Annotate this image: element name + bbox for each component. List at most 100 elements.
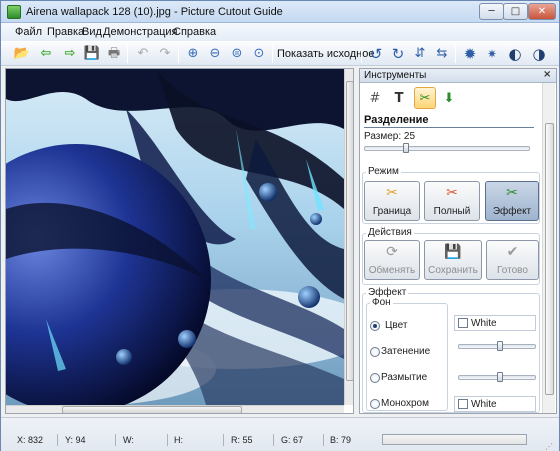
menu-demo[interactable]: Демонстрация [103, 26, 178, 38]
status-separator [273, 434, 274, 446]
status-y: Y: 94 [65, 435, 86, 445]
gear-icon[interactable]: ✹ [461, 45, 479, 63]
app-window: Airena wallapack 128 (10).jpg - Picture … [0, 0, 560, 451]
canvas-vertical-scrollbar[interactable] [344, 69, 353, 405]
window-title: Airena wallapack 128 (10).jpg - Picture … [26, 6, 283, 18]
brightness-icon[interactable]: ◑ [530, 45, 548, 63]
rotate-right-icon[interactable]: ↻ [389, 45, 407, 63]
redo-icon[interactable]: ↷ [156, 45, 174, 63]
panel-close-icon[interactable]: × [543, 69, 551, 80]
rotate-left-icon[interactable]: ↺ [367, 45, 385, 63]
blur-slider-thumb[interactable] [497, 372, 503, 382]
title-bar[interactable]: Airena wallapack 128 (10).jpg - Picture … [1, 1, 559, 23]
flip-vertical-icon[interactable]: ⇵ [411, 45, 429, 63]
close-button[interactable]: ✕ [528, 3, 556, 20]
status-separator [323, 434, 324, 446]
menu-view[interactable]: Вид [82, 26, 102, 38]
status-separator [57, 434, 58, 446]
save-result-button[interactable]: 💾 Сохранить [424, 240, 482, 280]
open-icon[interactable]: 📂 [13, 45, 31, 63]
image-canvas[interactable] [5, 68, 354, 414]
option-blur-label[interactable]: Размытие [381, 372, 427, 383]
done-button[interactable]: ✔ Готово [486, 240, 539, 280]
mode-title: Режим [366, 166, 401, 177]
zoom-out-icon[interactable]: ⊖ [206, 45, 224, 63]
restore-icon[interactable]: ⬇ [438, 87, 460, 109]
status-bar: X: 832 Y: 94 W: H: R: 55 G: 67 B: 79 ⋰ [1, 417, 559, 451]
menu-file[interactable]: Файл [15, 26, 42, 38]
canvas-vertical-scroll-thumb[interactable] [346, 81, 353, 381]
separation-title: Разделение [364, 114, 534, 128]
text-icon[interactable]: T [388, 87, 410, 109]
flip-horizontal-icon[interactable]: ⇆ [433, 45, 451, 63]
color-field-top[interactable]: White [454, 315, 536, 331]
wallpaper-image [6, 69, 344, 405]
mode-effect-button[interactable]: ✂ Эффект [485, 181, 539, 221]
maximize-button[interactable]: □ [503, 3, 528, 20]
effect-mode-icon: ✂ [506, 185, 518, 201]
panel-scroll-thumb[interactable] [545, 123, 554, 395]
toolbar: 📂 ⇦ ⇨ 💾 🖶 ↶ ↷ ⊕ ⊖ ⊜ ⊙ Показать исходное … [1, 41, 559, 66]
small-gear-icon[interactable]: ✷ [483, 45, 501, 63]
check-icon: ✔ [506, 244, 519, 260]
status-separator [167, 434, 168, 446]
grid-icon[interactable]: # [364, 87, 386, 109]
show-original-button[interactable]: Показать исходное [277, 48, 374, 60]
mode-full-label: Полный [433, 206, 471, 217]
status-r: R: 55 [231, 435, 253, 445]
option-shading-label[interactable]: Затенение [381, 346, 430, 357]
toolbar-separator [272, 46, 273, 63]
forward-icon[interactable]: ⇨ [61, 45, 79, 63]
cutout-icon[interactable]: ✂ [414, 87, 436, 109]
status-w: W: [123, 435, 134, 445]
radio-color[interactable] [370, 321, 380, 331]
progress-bar [382, 434, 527, 445]
radio-shading[interactable] [370, 347, 380, 357]
status-h: H: [174, 435, 183, 445]
resize-grip-icon[interactable]: ⋰ [545, 442, 553, 451]
shading-slider-thumb[interactable] [497, 341, 503, 351]
zoom-in-icon[interactable]: ⊕ [184, 45, 202, 63]
full-mode-icon: ✂ [446, 185, 458, 201]
size-slider[interactable] [364, 146, 530, 151]
mode-effect-label: Эффект [492, 206, 532, 217]
mode-border-button[interactable]: ✂ Граница [364, 181, 420, 221]
radio-monochrome[interactable] [370, 399, 380, 409]
size-label: Размер: 25 [364, 131, 416, 142]
menu-help[interactable]: Справка [173, 26, 216, 38]
actions-title: Действия [366, 227, 414, 238]
size-slider-thumb[interactable] [403, 143, 409, 153]
back-icon[interactable]: ⇦ [37, 45, 55, 63]
option-monochrome-label[interactable]: Монохром [381, 398, 429, 409]
tools-panel: Инструменты × # T ✂ ⬇ Разделение Размер:… [359, 68, 557, 414]
contrast-icon[interactable]: ◐ [506, 45, 524, 63]
toolbar-separator [455, 46, 456, 63]
panel-scrollbar[interactable] [542, 83, 555, 413]
zoom-actual-icon[interactable]: ⊙ [250, 45, 268, 63]
tools-panel-header: Инструменты × [360, 69, 556, 83]
canvas-horizontal-scroll-thumb[interactable] [62, 406, 242, 413]
option-color-label[interactable]: Цвет [385, 320, 407, 331]
status-x: X: 832 [17, 435, 44, 445]
color-swatch-top[interactable] [458, 318, 468, 328]
swap-button[interactable]: ⟳ Обменять [364, 240, 420, 280]
minimize-button[interactable]: ─ [479, 3, 504, 20]
color-swatch-bottom[interactable] [458, 399, 468, 409]
status-b: B: 79 [330, 435, 352, 445]
mode-border-label: Граница [372, 206, 412, 217]
swap-label: Обменять [368, 265, 416, 276]
color-field-bottom[interactable]: White [454, 396, 536, 412]
menu-edit[interactable]: Правка [47, 26, 84, 38]
canvas-horizontal-scrollbar[interactable] [6, 405, 344, 413]
print-icon[interactable]: 🖶 [105, 45, 123, 63]
status-separator [115, 434, 116, 446]
refresh-icon: ⟳ [386, 244, 398, 260]
status-separator [223, 434, 224, 446]
status-g: G: 67 [281, 435, 304, 445]
undo-icon[interactable]: ↶ [134, 45, 152, 63]
save-icon[interactable]: 💾 [83, 45, 101, 63]
background-label: Фон [370, 297, 393, 308]
zoom-fit-icon[interactable]: ⊜ [228, 45, 246, 63]
radio-blur[interactable] [370, 373, 380, 383]
mode-full-button[interactable]: ✂ Полный [424, 181, 480, 221]
